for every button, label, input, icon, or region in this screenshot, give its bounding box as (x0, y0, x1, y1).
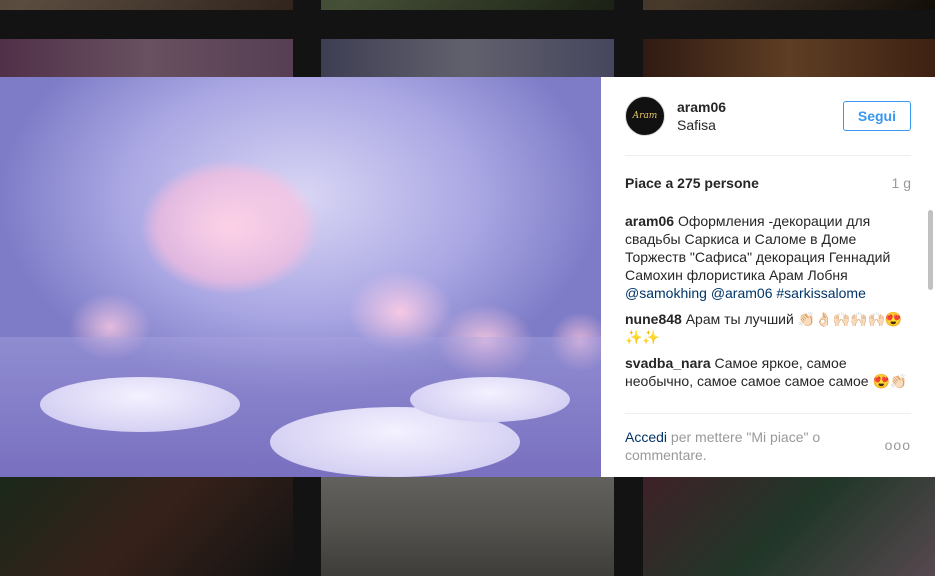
follow-button[interactable]: Segui (842, 101, 911, 131)
caption: aram06 Оформления -декорации для свадьбы… (625, 212, 911, 302)
mention-link[interactable]: @aram06 (711, 285, 773, 301)
post-header: Aram aram06 Safisa Segui (625, 77, 911, 156)
list-item: svadba_nara Самое яркое, самое необычно,… (625, 354, 911, 390)
post-time[interactable]: 1 g (892, 175, 911, 195)
comments-list[interactable]: aram06 Оформления -декорации для свадьбы… (625, 212, 911, 408)
photo-table (410, 377, 570, 422)
post-photo[interactable] (0, 77, 601, 477)
caption-user[interactable]: aram06 (625, 213, 674, 229)
post-modal: Aram aram06 Safisa Segui Piace a 275 per… (0, 77, 935, 477)
avatar-logo: Aram (632, 111, 658, 121)
avatar[interactable]: Aram (625, 96, 665, 136)
likes-row: Piace a 275 persone 1 g (625, 175, 911, 195)
post-footer: Accedi per mettere "Mi piace" o commenta… (625, 413, 911, 473)
hashtag-link[interactable]: #sarkissalome (776, 285, 865, 301)
comment-user[interactable]: svadba_nara (625, 355, 711, 371)
login-prompt: Accedi per mettere "Mi piace" o commenta… (625, 428, 855, 464)
login-link[interactable]: Accedi (625, 429, 667, 445)
mention-link[interactable]: @samokhing (625, 285, 707, 301)
comments-scrollbar[interactable] (928, 210, 933, 290)
location-link[interactable]: Safisa (677, 116, 843, 134)
comment-user[interactable]: nune848 (625, 311, 682, 327)
likes-count[interactable]: Piace a 275 persone (625, 175, 759, 195)
more-options-icon[interactable]: ooo (885, 436, 911, 454)
photo-table (40, 377, 240, 432)
user-block: aram06 Safisa (677, 98, 843, 134)
post-side-panel: Aram aram06 Safisa Segui Piace a 275 per… (601, 77, 935, 477)
username-link[interactable]: aram06 (677, 98, 843, 116)
list-item: nune848 Арам ты лучший 👏🏻👌🏻🙌🏻🙌🏻🙌🏻😍✨✨ (625, 310, 911, 346)
